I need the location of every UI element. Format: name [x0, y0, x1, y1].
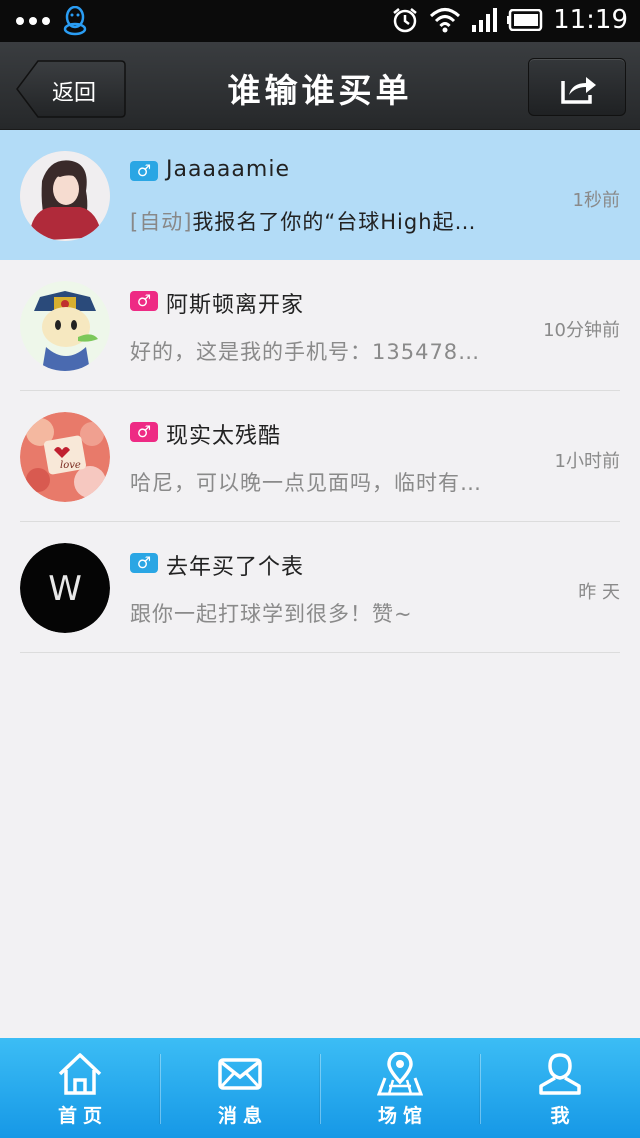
conversation-item[interactable]: W ♂ 去年买了个表 跟你一起打球学到很多！赞~ 昨 天 [0, 522, 640, 653]
home-icon [58, 1053, 102, 1095]
message-preview: [自动]我报名了你的“台球High起… [130, 206, 530, 236]
message-time: 昨 天 [578, 582, 620, 603]
map-pin-icon [377, 1052, 423, 1096]
gender-badge: ♂ [130, 553, 158, 573]
auto-tag: [自动] [130, 210, 193, 234]
nav-venues[interactable]: 场馆 [320, 1038, 480, 1138]
status-right: 11:19 [391, 5, 628, 35]
mail-icon [218, 1058, 262, 1090]
nav-home[interactable]: 首页 [0, 1038, 160, 1138]
contact-name: 去年买了个表 [166, 555, 305, 580]
message-time: 1秒前 [572, 190, 620, 211]
status-clock: 11:19 [553, 5, 628, 35]
contact-name: 阿斯顿离开家 [166, 293, 305, 318]
conversation-list: ♂ Jaaaaamie [自动]我报名了你的“台球High起… 1秒前 ♂ 阿斯… [0, 130, 640, 653]
divider [20, 652, 620, 653]
svg-text:love: love [60, 460, 81, 471]
contact-name: Jaaaaamie [166, 157, 290, 182]
avatar[interactable] [20, 281, 110, 371]
message-preview: 好的，这是我的手机号：135478… [130, 340, 481, 364]
status-bar: 11:19 [0, 0, 640, 42]
alarm-icon [393, 8, 417, 33]
gender-badge: ♂ [130, 291, 158, 311]
nav-label: 场馆 [377, 1105, 428, 1127]
contact-name: 现实太残酷 [166, 424, 282, 449]
avatar[interactable] [20, 151, 110, 241]
avatar[interactable]: love [20, 412, 110, 502]
nav-messages[interactable]: 消息 [160, 1038, 320, 1138]
app-header: 返回 谁输谁买单 [0, 42, 640, 130]
gender-badge: ♂ [130, 161, 158, 181]
nav-label: 我 [550, 1105, 576, 1127]
status-left [16, 6, 88, 36]
user-icon [539, 1053, 581, 1095]
message-preview: 跟你一起打球学到很多！赞~ [130, 602, 413, 626]
nav-label: 消息 [217, 1105, 268, 1127]
message-time: 10分钟前 [543, 320, 620, 341]
message-text: 我报名了你的“台球High起… [192, 210, 477, 234]
share-icon [561, 77, 596, 104]
bottom-nav: 首页 消息 场馆 我 [0, 1038, 640, 1138]
message-time: 1小时前 [554, 451, 620, 472]
avatar[interactable]: W [20, 543, 110, 633]
battery-icon [507, 9, 543, 31]
share-button[interactable] [528, 58, 626, 116]
signal-icon [472, 8, 498, 32]
conversation-item[interactable]: love ♂ 现实太残酷 哈尼，可以晚一点见面吗，临时有… 1小时前 [0, 391, 640, 522]
conversation-item[interactable]: ♂ Jaaaaamie [自动]我报名了你的“台球High起… 1秒前 [0, 130, 640, 260]
more-dots-icon [16, 6, 50, 36]
conversation-item[interactable]: ♂ 阿斯顿离开家 好的，这是我的手机号：135478… 10分钟前 [0, 260, 640, 391]
wifi-icon [430, 8, 461, 33]
message-preview: 哈尼，可以晚一点见面吗，临时有… [130, 471, 482, 495]
nav-label: 首页 [57, 1105, 108, 1127]
avatar-letter: W [48, 569, 82, 609]
qq-penguin-icon [63, 6, 87, 36]
nav-me[interactable]: 我 [480, 1038, 640, 1138]
gender-badge: ♂ [130, 422, 158, 442]
